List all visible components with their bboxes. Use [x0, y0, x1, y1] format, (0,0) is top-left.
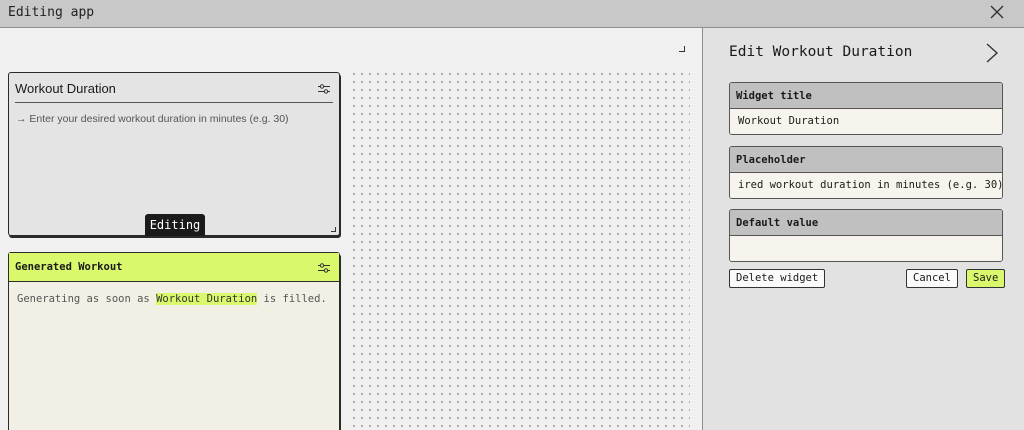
- delete-widget-button[interactable]: Delete widget: [729, 269, 826, 288]
- field-label: Default value: [730, 210, 1002, 236]
- widget-header: Generated Workout: [9, 253, 339, 282]
- dot-grid: [350, 70, 690, 430]
- sliders-icon[interactable]: [318, 262, 330, 274]
- widget-workout-duration[interactable]: Workout Duration → Enter your desired wo…: [8, 72, 340, 236]
- edit-panel: Edit Workout Duration Widget title Worko…: [702, 28, 1024, 430]
- body-text-after: is filled.: [257, 293, 327, 305]
- default-value-input[interactable]: [730, 236, 1002, 261]
- widget-title-field: Widget title Workout Duration: [729, 82, 1003, 135]
- widget-title: Workout Duration: [15, 81, 116, 96]
- highlight-reference: Workout Duration: [156, 293, 258, 305]
- close-icon[interactable]: [990, 5, 1004, 19]
- widget-title: Generated Workout: [15, 261, 123, 273]
- default-value-field: Default value: [729, 209, 1003, 262]
- widget-body-text: Generating as soon as Workout Duration i…: [17, 293, 327, 305]
- canvas[interactable]: Workout Duration → Enter your desired wo…: [0, 28, 702, 430]
- chevron-right-icon[interactable]: [985, 42, 999, 64]
- cancel-button[interactable]: Cancel: [906, 269, 958, 288]
- widget-placeholder[interactable]: → Enter your desired workout duration in…: [16, 113, 289, 125]
- field-label: Widget title: [730, 83, 1002, 109]
- body-text-before: Generating as soon as: [17, 293, 157, 305]
- resize-handle[interactable]: [679, 46, 685, 52]
- save-button[interactable]: Save: [966, 269, 1006, 288]
- editing-badge: Editing: [145, 214, 205, 236]
- widget-generated-workout[interactable]: Generated Workout Generating as soon as …: [8, 252, 340, 430]
- resize-handle[interactable]: [331, 227, 336, 232]
- placeholder-input[interactable]: ired workout duration in minutes (e.g. 3…: [730, 173, 1002, 198]
- title-bar: Editing app: [0, 0, 1024, 28]
- widget-title-input[interactable]: Workout Duration: [730, 109, 1002, 134]
- panel-title: Edit Workout Duration: [729, 44, 913, 60]
- sliders-icon[interactable]: [318, 83, 330, 95]
- window-title: Editing app: [8, 5, 95, 20]
- placeholder-field: Placeholder ired workout duration in min…: [729, 146, 1003, 199]
- field-label: Placeholder: [730, 147, 1002, 173]
- widget-header: Workout Duration: [15, 81, 333, 103]
